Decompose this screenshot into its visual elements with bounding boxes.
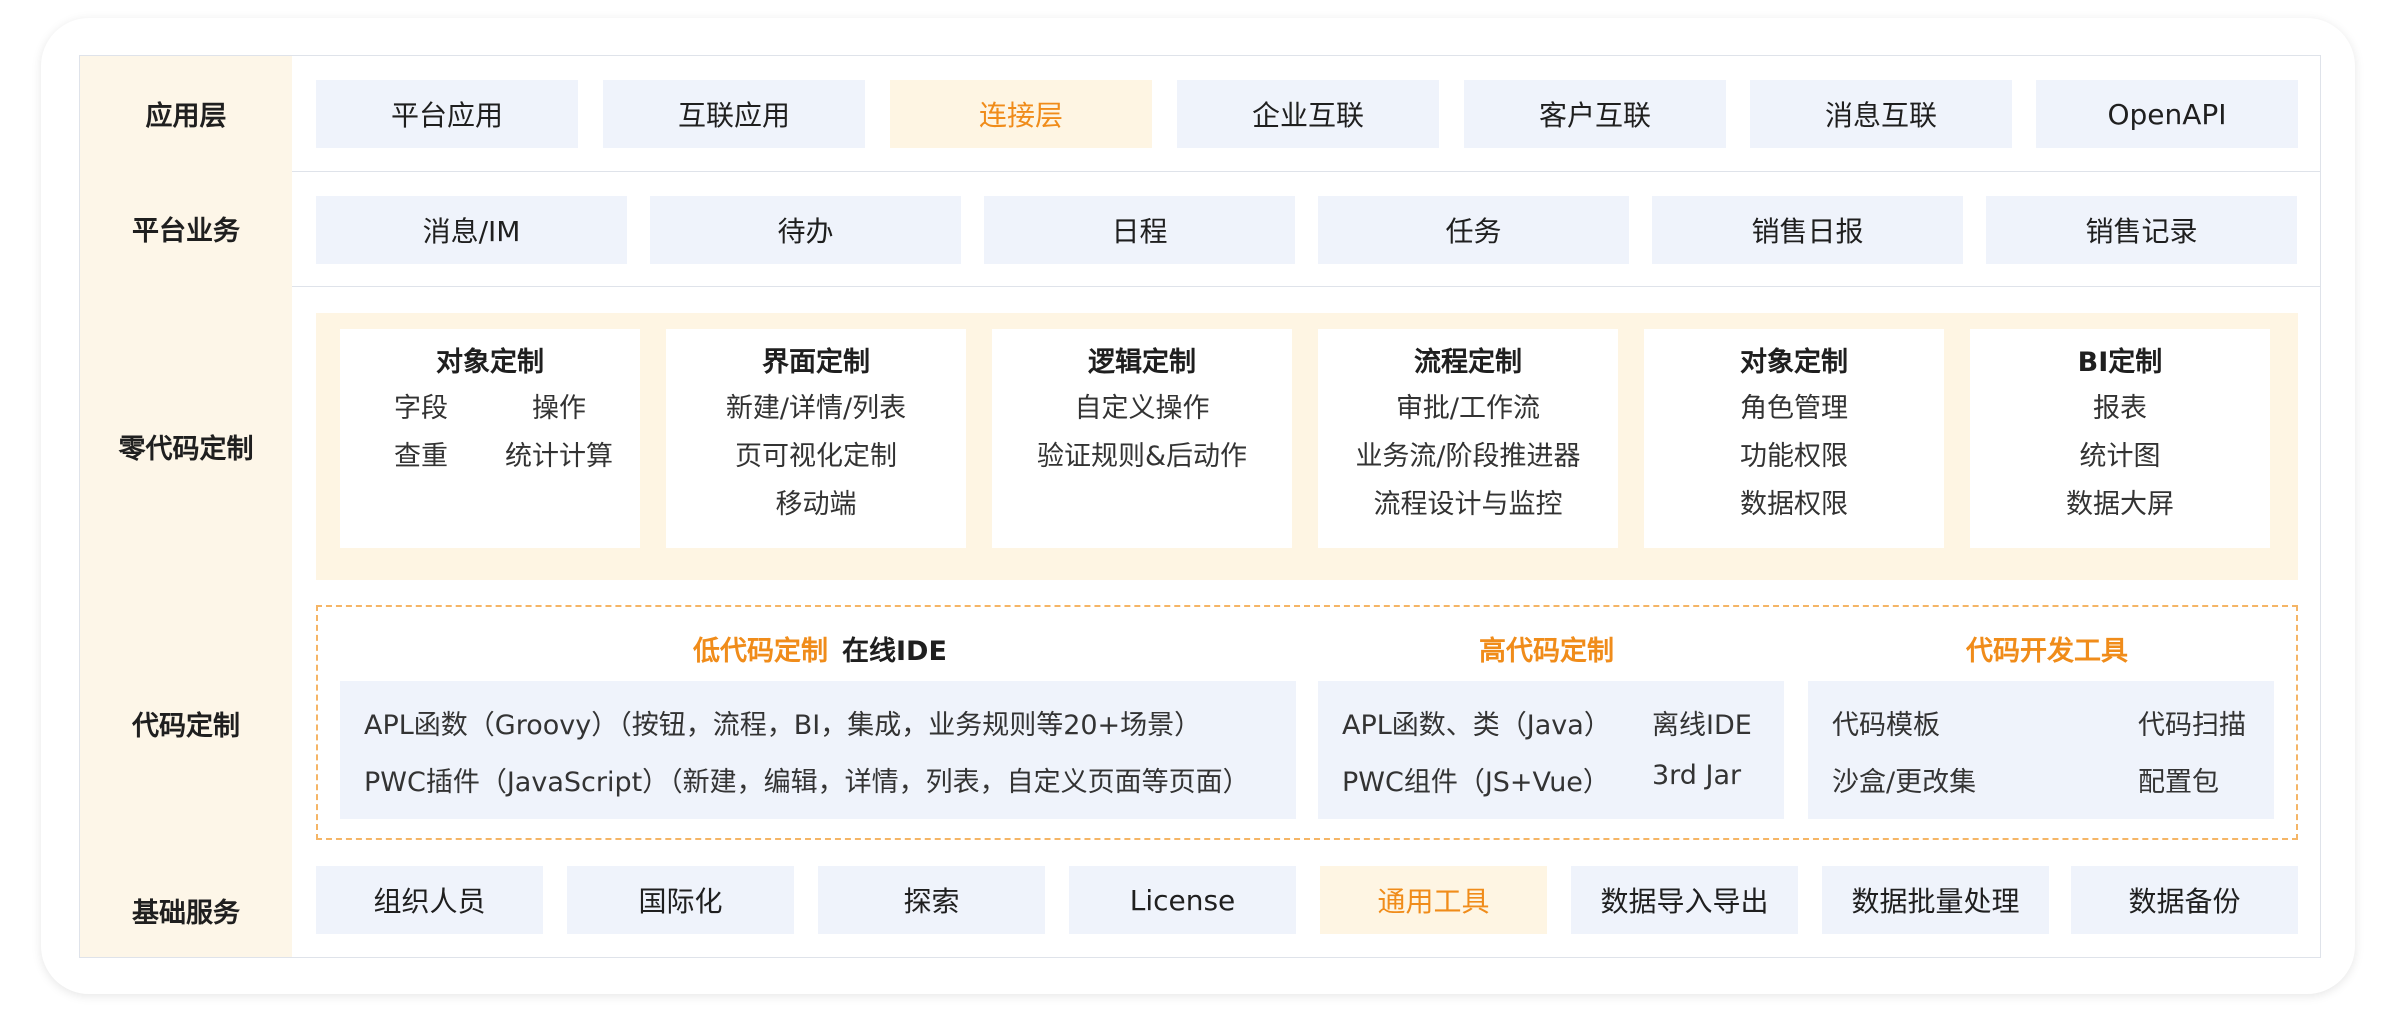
high-code-line-pwc: PWC组件（JS+Vue） <box>1342 767 1610 798</box>
platform-item-schedule: 日程 <box>984 196 1295 264</box>
zero-card-item: 审批/工作流 <box>1395 393 1541 424</box>
zero-card-permission: 对象定制 角色管理 功能权限 数据权限 <box>1644 329 1944 548</box>
tool-config-package: 配置包 <box>2138 767 2219 798</box>
low-code-heading: 低代码定制 在线IDE <box>693 629 947 668</box>
zero-card-grid: 字段 操作 查重 统计计算 <box>340 385 640 481</box>
zero-card-item: 流程设计与监控 <box>1373 489 1563 520</box>
zero-card-item: 自定义操作 <box>1074 393 1210 424</box>
zero-card-item: 报表 <box>2093 393 2147 424</box>
app-item-openapi: OpenAPI <box>2036 80 2298 148</box>
base-item-license: License <box>1069 866 1296 934</box>
low-code-line-apl: APL函数（Groovy）（按钮，流程，BI，集成，业务规则等20+场景） <box>364 710 1202 741</box>
zero-card-lines: 报表 统计图 数据大屏 <box>1970 385 2270 529</box>
base-item-org: 组织人员 <box>316 866 543 934</box>
layer-label-code: 代码定制 <box>132 711 240 742</box>
zero-card-title: 对象定制 <box>436 347 544 378</box>
zero-card-lines: 自定义操作 验证规则&后动作 <box>992 385 1292 481</box>
base-item-i18n: 国际化 <box>567 866 794 934</box>
app-item-customer-interconnect: 客户互联 <box>1464 80 1726 148</box>
base-item-import-export: 数据导入导出 <box>1571 866 1798 934</box>
zero-card-item: 角色管理 <box>1740 393 1848 424</box>
zero-card-item: 字段 <box>394 393 448 424</box>
app-item-message-interconnect: 消息互联 <box>1750 80 2012 148</box>
zero-card-item: 统计图 <box>2079 441 2161 472</box>
low-code-line-pwc: PWC插件（JavaScript）（新建，编辑，详情，列表，自定义页面等页面） <box>364 767 1250 798</box>
zero-card-title: 对象定制 <box>1740 347 1848 378</box>
zero-card-item: 统计计算 <box>505 441 613 472</box>
platform-item-im: 消息/IM <box>316 196 627 264</box>
zero-card-ui: 界面定制 新建/详情/列表 页可视化定制 移动端 <box>666 329 966 548</box>
high-code-offline-ide: 离线IDE <box>1652 710 1752 741</box>
zero-card-item: 业务流/阶段推进器 <box>1355 441 1581 472</box>
zero-card-title: BI定制 <box>2077 347 2163 378</box>
low-code-title: 低代码定制 <box>693 636 828 667</box>
zero-card-title: 逻辑定制 <box>1088 347 1196 378</box>
zero-code-panel: 对象定制 字段 操作 查重 统计计算 界面定制 新建/详情/列表 页可视化定制 … <box>316 313 2298 580</box>
zero-card-object: 对象定制 字段 操作 查重 统计计算 <box>340 329 640 548</box>
zero-card-lines: 新建/详情/列表 页可视化定制 移动端 <box>666 385 966 529</box>
high-code-3rd-jar: 3rd Jar <box>1652 760 1742 791</box>
row-divider <box>292 286 2320 287</box>
base-item-batch-processing: 数据批量处理 <box>1822 866 2049 934</box>
layer-label-base: 基础服务 <box>132 897 240 929</box>
zero-card-item: 操作 <box>532 393 586 424</box>
tool-sandbox: 沙盒/更改集 <box>1832 767 1977 798</box>
platform-item-task: 任务 <box>1318 196 1629 264</box>
zero-card-item: 验证规则&后动作 <box>1036 441 1248 472</box>
zero-card-process: 流程定制 审批/工作流 业务流/阶段推进器 流程设计与监控 <box>1318 329 1618 548</box>
layer-label-zero-code: 零代码定制 <box>118 433 254 465</box>
base-item-general-tools: 通用工具 <box>1320 866 1547 934</box>
zero-card-bi: BI定制 报表 统计图 数据大屏 <box>1970 329 2270 548</box>
platform-item-sales-record: 销售记录 <box>1986 196 2297 264</box>
zero-card-lines: 角色管理 功能权限 数据权限 <box>1644 385 1944 529</box>
base-item-explore: 探索 <box>818 866 1045 934</box>
app-item-platform-apps: 平台应用 <box>316 80 578 148</box>
architecture-frame: 应用层 平台业务 零代码定制 代码定制 基础服务 平台应用 互联应用 连接层 企… <box>79 55 2321 958</box>
base-item-backup: 数据备份 <box>2071 866 2298 934</box>
dev-tools-title: 代码开发工具 <box>1966 636 2128 667</box>
zero-card-item: 查重 <box>394 441 448 472</box>
low-code-box: APL函数（Groovy）（按钮，流程，BI，集成，业务规则等20+场景） PW… <box>340 681 1296 819</box>
online-ide-label: 在线IDE <box>842 636 947 667</box>
platform-item-sales-daily: 销售日报 <box>1652 196 1963 264</box>
tool-code-template: 代码模板 <box>1832 710 1940 741</box>
zero-card-logic: 逻辑定制 自定义操作 验证规则&后动作 <box>992 329 1292 548</box>
zero-card-title: 流程定制 <box>1414 347 1522 378</box>
zero-card-item: 功能权限 <box>1740 441 1848 472</box>
platform-item-todo: 待办 <box>650 196 961 264</box>
high-code-box: APL函数、类（Java） PWC组件（JS+Vue） 离线IDE 3rd Ja… <box>1318 681 1784 819</box>
app-item-enterprise-interconnect: 企业互联 <box>1177 80 1439 148</box>
zero-card-title: 界面定制 <box>762 347 870 378</box>
dev-tools-box: 代码模板 沙盒/更改集 代码扫描 配置包 <box>1808 681 2274 819</box>
layer-label-app: 应用层 <box>145 101 227 132</box>
code-panel: 低代码定制 在线IDE 高代码定制 代码开发工具 APL函数（Groovy）（按钮… <box>316 605 2298 840</box>
app-item-connection-layer: 连接层 <box>890 80 1152 148</box>
zero-card-item: 页可视化定制 <box>735 441 897 472</box>
high-code-title: 高代码定制 <box>1479 636 1614 667</box>
zero-card-item: 数据权限 <box>1740 489 1848 520</box>
zero-card-lines: 审批/工作流 业务流/阶段推进器 流程设计与监控 <box>1318 385 1618 529</box>
row-divider <box>292 171 2320 172</box>
zero-card-item: 数据大屏 <box>2066 489 2174 520</box>
tool-code-scan: 代码扫描 <box>2138 710 2246 741</box>
app-item-interconnect-apps: 互联应用 <box>603 80 865 148</box>
zero-card-item: 新建/详情/列表 <box>725 393 907 424</box>
layer-label-platform: 平台业务 <box>132 216 240 247</box>
zero-card-item: 移动端 <box>775 489 857 520</box>
high-code-line-apl: APL函数、类（Java） <box>1342 710 1611 741</box>
